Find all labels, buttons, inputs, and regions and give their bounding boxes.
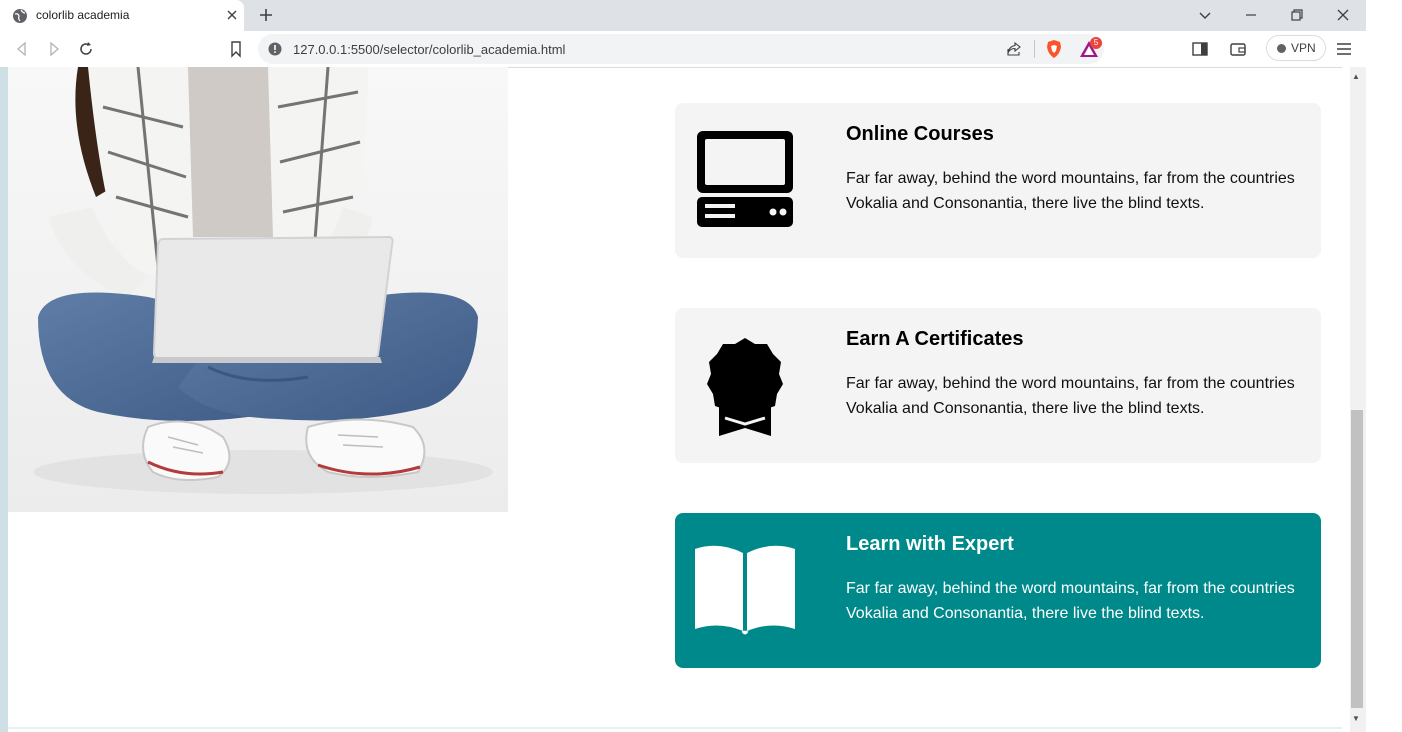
close-tab-icon[interactable] xyxy=(224,7,240,23)
bookmark-icon[interactable] xyxy=(226,39,246,59)
feature-title: Online Courses xyxy=(846,123,994,145)
close-window-icon[interactable] xyxy=(1333,5,1353,25)
vpn-status-icon xyxy=(1277,44,1286,53)
back-icon[interactable] xyxy=(12,39,32,59)
tab-title: colorlib academia xyxy=(36,8,130,22)
feature-card-learn-with-expert[interactable]: Learn with Expert Far far away, behind t… xyxy=(675,513,1321,668)
restore-icon[interactable] xyxy=(1287,5,1307,25)
hero-image xyxy=(8,67,508,512)
forward-icon[interactable] xyxy=(44,39,64,59)
scrollbar-gutter xyxy=(1342,67,1350,732)
browser-tab[interactable]: colorlib academia xyxy=(0,0,244,31)
address-bar-divider xyxy=(1034,40,1035,58)
tab-search-chevron-icon[interactable] xyxy=(1195,5,1215,25)
feature-description: Far far away, behind the word mountains,… xyxy=(846,580,1295,622)
sidebar-icon[interactable] xyxy=(1190,39,1210,59)
globe-icon xyxy=(13,9,27,23)
window-right-edge xyxy=(1366,0,1402,732)
scroll-up-arrow-icon[interactable]: ▲ xyxy=(1352,72,1360,81)
brave-shield-icon[interactable] xyxy=(1044,39,1064,59)
feature-description: Far far away, behind the word mountains,… xyxy=(846,375,1295,417)
reload-icon[interactable] xyxy=(76,39,96,59)
certificate-icon xyxy=(707,338,783,436)
feature-description: Far far away, behind the word mountains,… xyxy=(846,170,1295,212)
student-laptop-illustration xyxy=(8,67,508,512)
browser-toolbar: 127.0.0.1:5500/selector/colorlib_academi… xyxy=(0,31,1366,68)
computer-icon xyxy=(697,131,793,227)
share-icon[interactable] xyxy=(1006,41,1022,57)
scroll-down-arrow-icon[interactable]: ▼ xyxy=(1352,714,1360,723)
vpn-label: VPN xyxy=(1291,41,1316,55)
scrollbar-thumb[interactable] xyxy=(1351,410,1363,708)
new-tab-icon[interactable] xyxy=(256,5,276,25)
url-text: 127.0.0.1:5500/selector/colorlib_academi… xyxy=(293,42,566,57)
site-info-icon[interactable] xyxy=(268,42,282,56)
rewards-badge: 5 xyxy=(1090,37,1102,49)
minimize-icon[interactable] xyxy=(1241,5,1261,25)
menu-icon[interactable] xyxy=(1334,39,1354,59)
book-icon xyxy=(695,545,795,635)
viewport-bottom-edge xyxy=(8,727,1342,729)
feature-card-online-courses[interactable]: Online Courses Far far away, behind the … xyxy=(675,103,1321,258)
viewport-left-edge xyxy=(0,67,8,732)
feature-title: Earn A Certificates xyxy=(846,328,1024,350)
wallet-icon[interactable] xyxy=(1228,39,1248,59)
feature-card-certificates[interactable]: Earn A Certificates Far far away, behind… xyxy=(675,308,1321,463)
browser-tabbar: colorlib academia xyxy=(0,0,1366,31)
vpn-button[interactable]: VPN xyxy=(1266,35,1326,61)
feature-title: Learn with Expert xyxy=(846,533,1014,555)
address-bar[interactable]: 127.0.0.1:5500/selector/colorlib_academi… xyxy=(258,34,1104,64)
